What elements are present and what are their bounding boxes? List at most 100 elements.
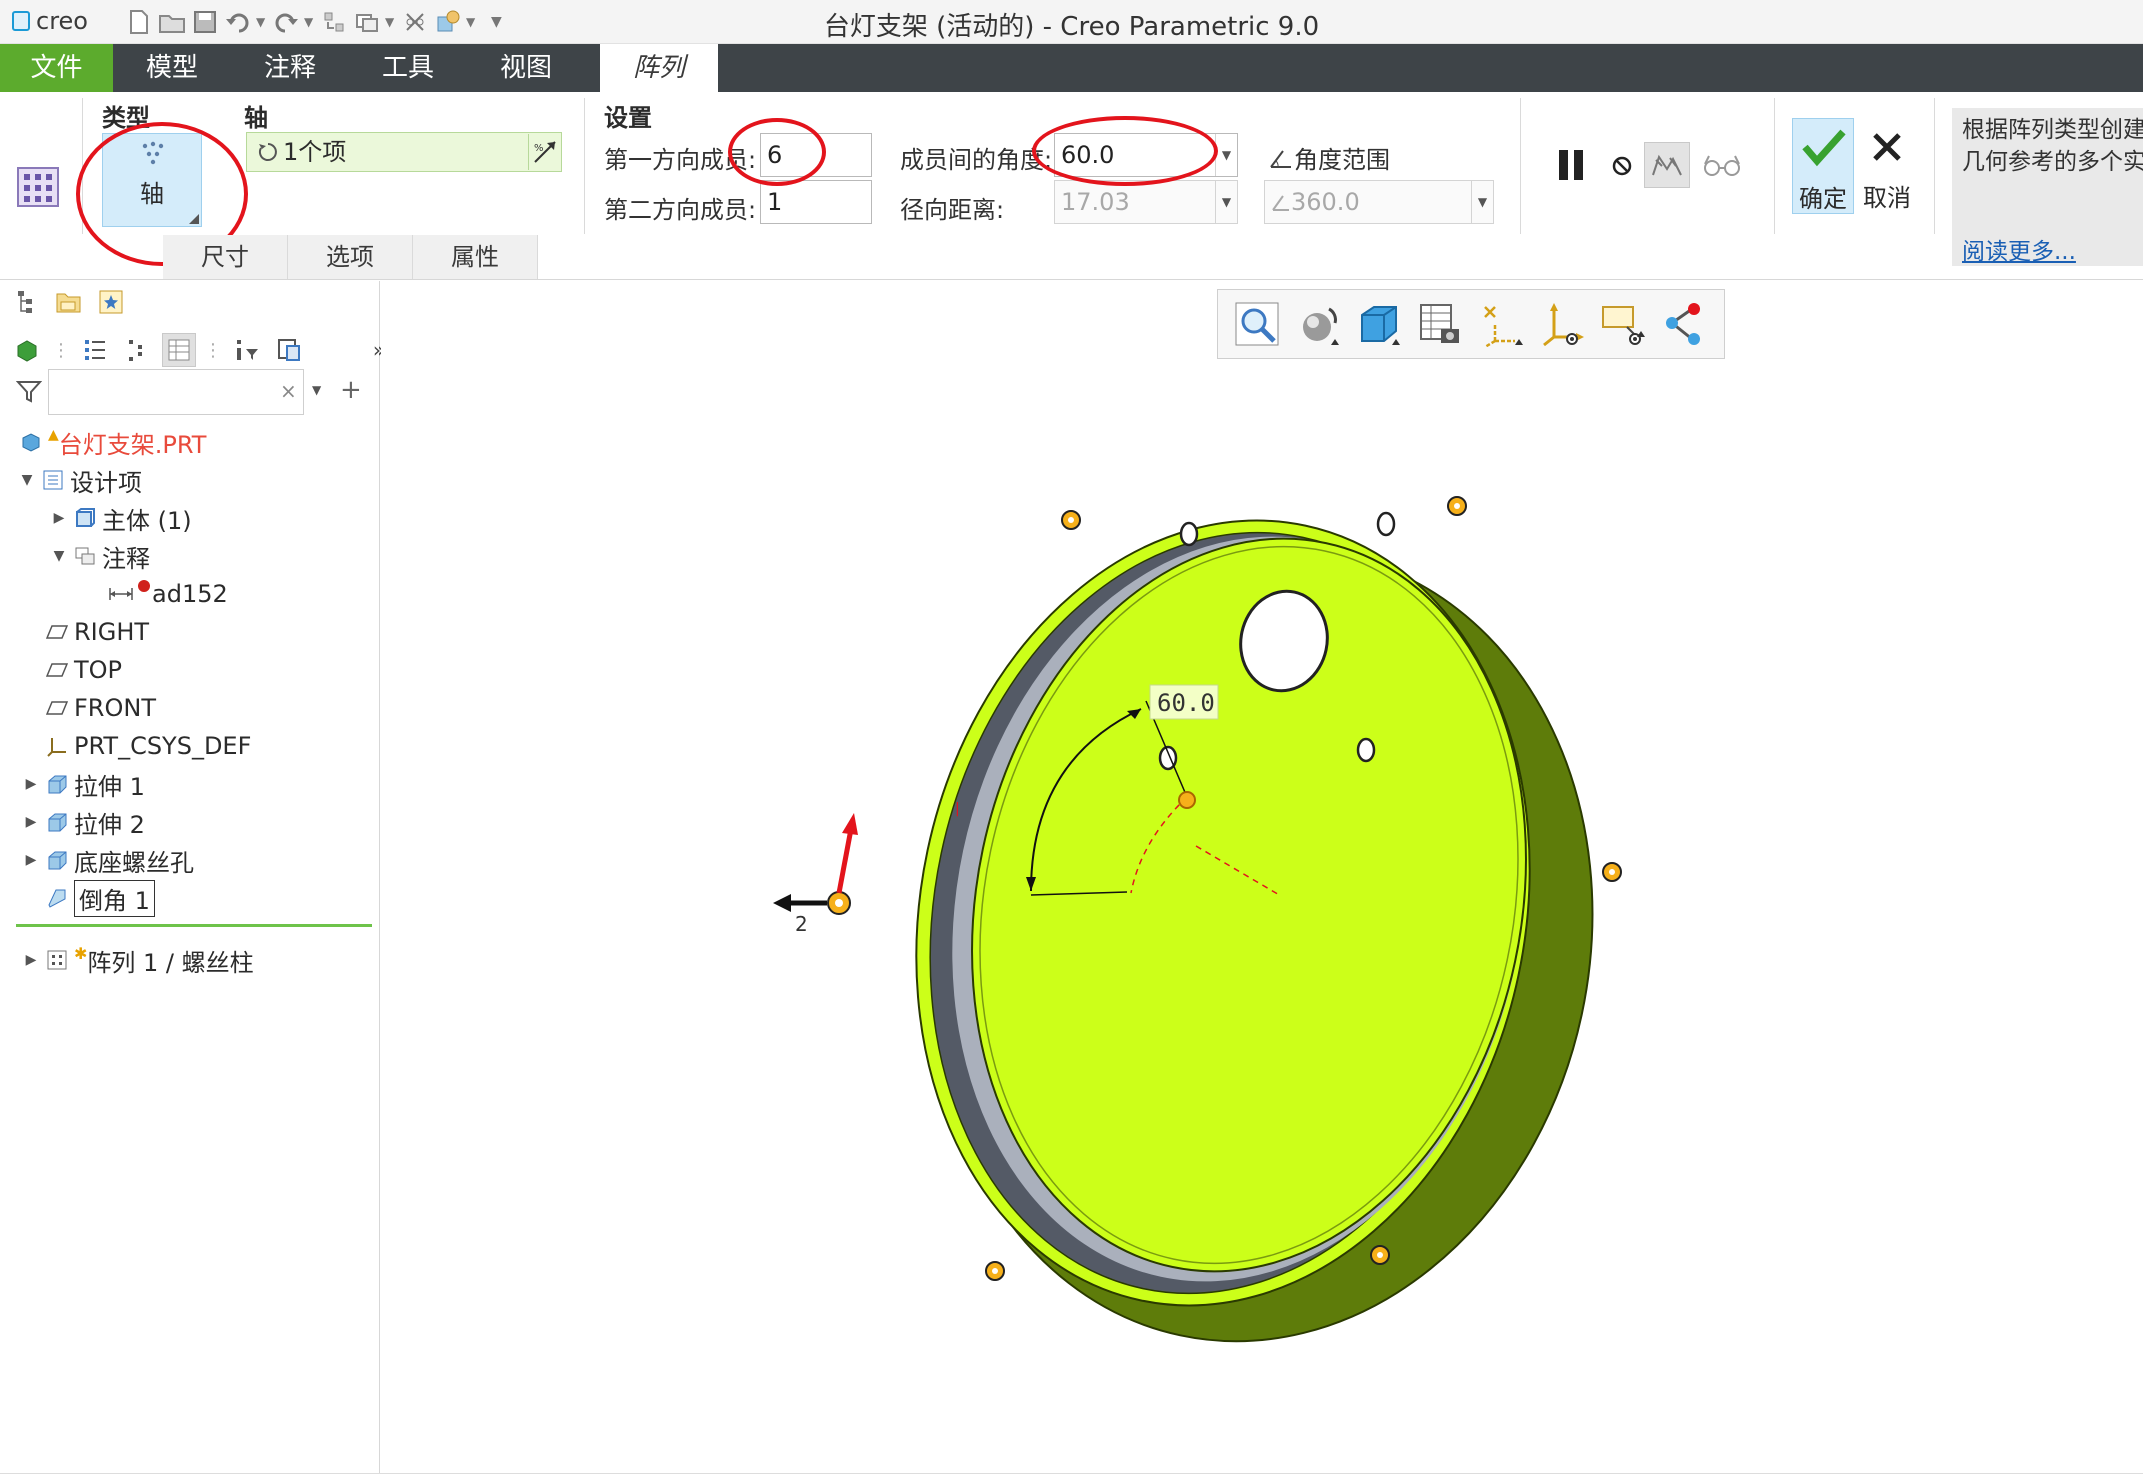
tree-columns-icon[interactable] xyxy=(120,333,154,367)
tree-settings-icon[interactable] xyxy=(78,333,112,367)
angle-range-label[interactable]: 角度范围 xyxy=(1268,140,1390,175)
first-direction-input[interactable]: 6 xyxy=(760,133,872,177)
error-badge-icon xyxy=(138,580,150,592)
read-more-link[interactable]: 阅读更多... xyxy=(1962,232,2076,266)
angle-dropdown-icon[interactable]: ▼ xyxy=(1215,134,1237,176)
annotation-display-icon[interactable] xyxy=(1599,297,1649,351)
spin-center-icon[interactable] xyxy=(1538,297,1588,351)
tab-pattern[interactable]: 阵列 xyxy=(600,44,718,92)
subtab-options[interactable]: 选项 xyxy=(288,235,413,279)
tree-item-design-items[interactable]: ▼ 设计项 xyxy=(18,461,142,499)
tree-item-front-plane[interactable]: FRONT xyxy=(40,689,156,727)
refit-zoom-icon[interactable] xyxy=(1232,297,1282,351)
navigator-tabs xyxy=(10,285,128,319)
tree-filter-icon[interactable] xyxy=(230,333,264,367)
axis-collector[interactable]: 1个项 xyxy=(246,132,562,172)
datum-plane-icon xyxy=(44,695,70,721)
window-title: 台灯支架 (活动的) - Creo Parametric 9.0 xyxy=(823,12,1320,42)
tree-layers-icon[interactable] xyxy=(272,333,306,367)
expand-icon[interactable]: ▶ xyxy=(50,510,68,526)
collapse-icon[interactable]: ▼ xyxy=(18,472,36,488)
flip-direction-icon[interactable]: % xyxy=(528,134,560,170)
tree-item-base-screw-holes[interactable]: ▶ 底座螺丝孔 xyxy=(22,841,194,879)
tree-item-right-plane[interactable]: RIGHT xyxy=(40,613,149,651)
folder-browser-tab-icon[interactable] xyxy=(52,285,86,319)
saved-views-icon[interactable] xyxy=(1354,297,1404,351)
help-panel: 根据阵列类型创建 几何参考的多个实 阅读更多... xyxy=(1952,108,2143,266)
subtab-properties[interactable]: 属性 xyxy=(413,235,538,279)
expand-icon[interactable]: ▶ xyxy=(22,852,40,868)
tree-item-chamfer-1[interactable]: 倒角 1 xyxy=(40,879,155,917)
ok-button[interactable]: 确定 xyxy=(1792,118,1854,214)
screw-hole xyxy=(1376,511,1396,537)
model-tree-display-icon[interactable] xyxy=(1660,297,1710,351)
warning-icon: ▲ xyxy=(48,427,59,443)
subtab-dimensions[interactable]: 尺寸 xyxy=(163,235,288,279)
extrude-icon xyxy=(44,771,70,797)
radial-dropdown-icon: ▼ xyxy=(1215,181,1237,223)
model-view[interactable]: 60.0 | 2 xyxy=(381,281,2143,1474)
angle-between-input[interactable]: 60.0 ▼ xyxy=(1054,133,1238,177)
graphics-window[interactable]: 60.0 | 2 xyxy=(381,281,2143,1474)
axis-pattern-icon xyxy=(142,141,164,165)
axis-rotate-icon xyxy=(258,143,277,161)
pause-icon[interactable] xyxy=(1548,142,1594,188)
first-direction-label: 第一方向成员: xyxy=(604,146,757,174)
pattern-feature-icon xyxy=(44,947,70,973)
tree-item-body[interactable]: ▶ 主体 (1) xyxy=(50,499,192,537)
tab-tools[interactable]: 工具 xyxy=(349,44,467,92)
angle-between-value: 60.0 xyxy=(1061,141,1115,169)
tree-search-input[interactable] xyxy=(48,369,304,415)
pattern-origin-marker[interactable] xyxy=(1178,791,1196,809)
filter-icon[interactable] xyxy=(12,375,46,409)
expand-icon[interactable]: ▶ xyxy=(22,776,40,792)
cancel-button[interactable]: 取消 xyxy=(1856,118,1918,214)
tab-annotate[interactable]: 注释 xyxy=(231,44,349,92)
ribbon-separator xyxy=(584,98,585,234)
tree-toolbar: ⋮ ⋮ » xyxy=(10,333,438,367)
ribbon-separator xyxy=(1520,98,1521,234)
tab-model[interactable]: 模型 xyxy=(113,44,231,92)
settings-group-label: 设置 xyxy=(604,104,652,132)
search-dropdown-icon[interactable]: ▼ xyxy=(312,383,321,397)
add-filter-icon[interactable]: + xyxy=(340,375,362,405)
corner-arrow-icon xyxy=(189,214,199,224)
dashboard-subtabs: 尺寸 选项 属性 xyxy=(163,235,538,279)
angle-between-label: 成员间的角度: xyxy=(900,146,1053,174)
angle-dimension-text[interactable]: 60.0 xyxy=(1157,689,1215,717)
no-preview-icon[interactable] xyxy=(1604,148,1640,184)
view-manager-icon[interactable] xyxy=(1415,297,1465,351)
angle-range-icon xyxy=(1270,150,1291,168)
model-tree-tab-icon[interactable] xyxy=(10,285,44,319)
collapse-icon[interactable]: ▼ xyxy=(50,548,68,564)
tree-item-ad152[interactable]: ad152 xyxy=(104,575,228,613)
tree-item-csys[interactable]: PRT_CSYS_DEF xyxy=(40,727,251,765)
tab-file[interactable]: 文件 xyxy=(0,44,113,92)
ribbon-tab-bar: 文件 模型 注释 工具 视图 阵列 xyxy=(0,44,2143,92)
type-axis-button[interactable]: 轴 xyxy=(102,133,202,227)
tree-table-icon[interactable] xyxy=(162,333,196,367)
favorites-tab-icon[interactable] xyxy=(94,285,128,319)
expand-icon[interactable]: ▶ xyxy=(22,814,40,830)
second-direction-input[interactable]: 1 xyxy=(760,180,872,224)
tree-item-extrude-1[interactable]: ▶ 拉伸 1 xyxy=(22,765,145,803)
direction-arrowhead xyxy=(842,813,858,835)
tree-item-pattern-1[interactable]: ▶ ✱ 阵列 1 / 螺丝柱 xyxy=(22,941,254,979)
tree-item-top-plane[interactable]: TOP xyxy=(40,651,122,689)
datum-display-icon[interactable] xyxy=(1477,297,1527,351)
preview-geometry-icon[interactable] xyxy=(1644,142,1690,188)
verify-glasses-icon[interactable] xyxy=(1696,142,1748,188)
display-style-icon[interactable] xyxy=(1293,297,1343,351)
pattern-icon[interactable] xyxy=(14,162,64,212)
expand-icon[interactable]: ▶ xyxy=(22,952,40,968)
direction-arrow-red[interactable] xyxy=(836,828,854,894)
show-icon[interactable] xyxy=(10,333,44,367)
clear-search-icon[interactable]: × xyxy=(280,379,297,403)
tab-view[interactable]: 视图 xyxy=(467,44,585,92)
tree-item-annotations[interactable]: ▼ 注释 xyxy=(50,537,150,575)
insert-here-line[interactable] xyxy=(16,924,372,927)
tree-root[interactable]: ▲ 台灯支架.PRT xyxy=(14,423,206,461)
radial-distance-input: 17.03 ▼ xyxy=(1054,180,1238,224)
screw-hole xyxy=(1356,737,1376,763)
tree-item-extrude-2[interactable]: ▶ 拉伸 2 xyxy=(22,803,145,841)
